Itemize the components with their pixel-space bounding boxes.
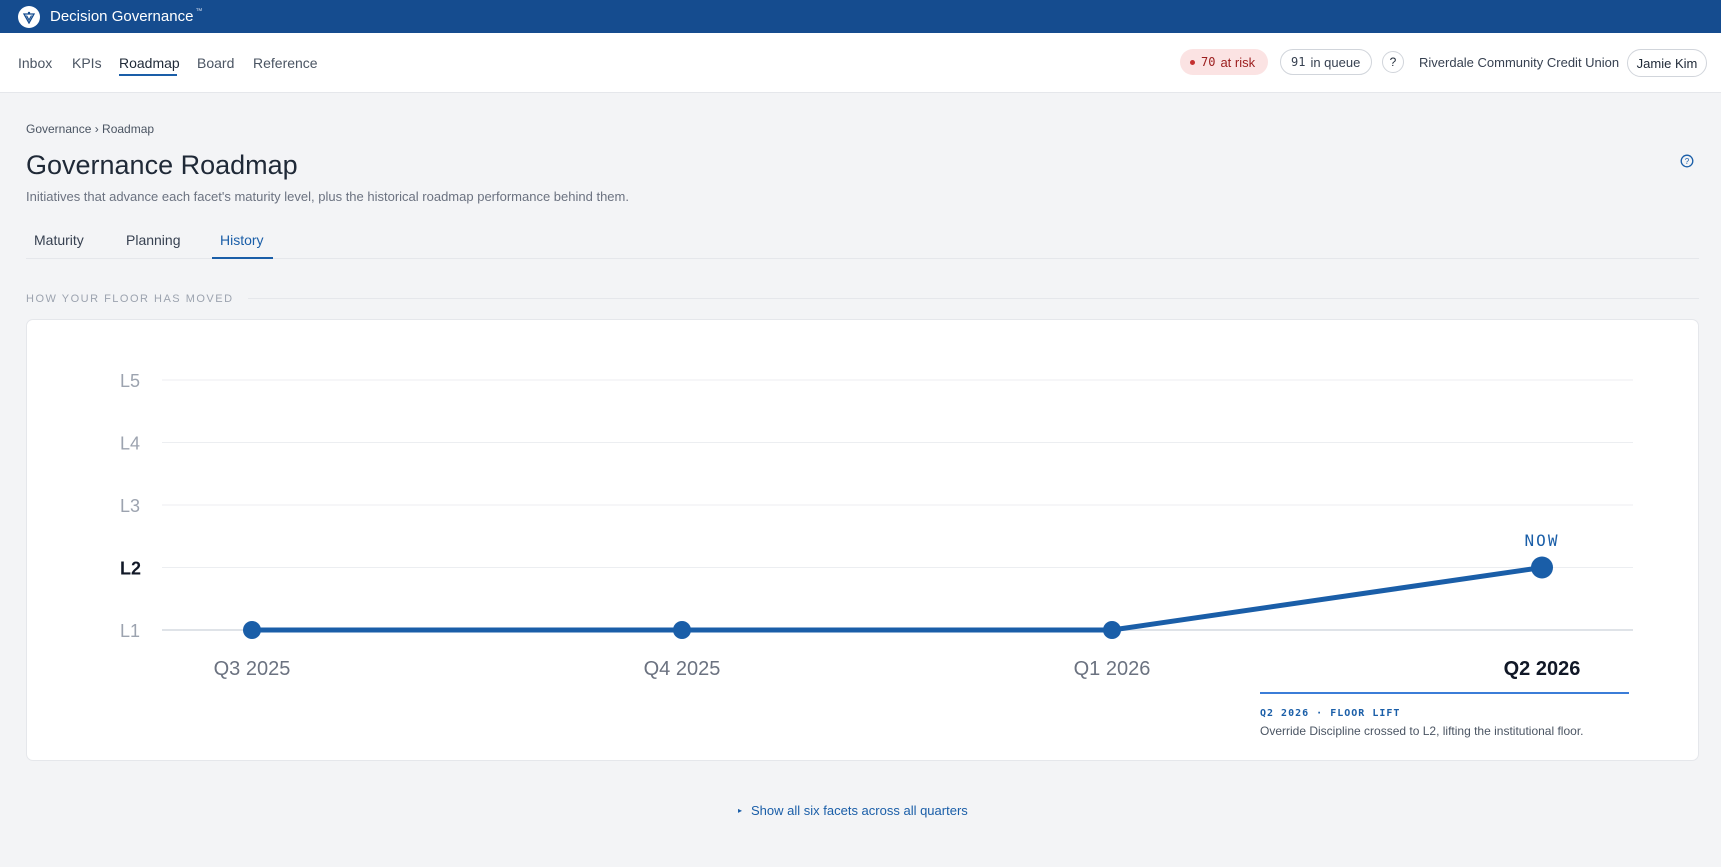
y-tick-label: L3 xyxy=(120,496,140,516)
expand-triangle-icon: ▸ xyxy=(738,806,743,815)
x-tick-label: Q4 2025 xyxy=(644,658,721,680)
data-point xyxy=(1531,556,1553,579)
callout-tag: Q2 2026 · FLOOR LIFT xyxy=(1260,708,1401,719)
y-tick-label: L1 xyxy=(120,621,140,641)
callout-text: Override Discipline crossed to L2, lifti… xyxy=(1260,724,1584,738)
data-point xyxy=(243,621,261,639)
data-point xyxy=(673,621,691,639)
show-all-facets-label: Show all six facets across all quarters xyxy=(751,803,968,818)
series-line xyxy=(249,565,1545,633)
y-tick-label: L4 xyxy=(120,434,140,454)
x-tick-label: Q2 2026 xyxy=(1504,658,1581,680)
data-point xyxy=(1103,621,1121,639)
x-tick-label: Q3 2025 xyxy=(214,658,291,680)
y-tick-label: L2 xyxy=(120,559,141,579)
now-marker-label: NOW xyxy=(1525,531,1560,550)
show-all-facets-link[interactable]: ▸ Show all six facets across all quarter… xyxy=(738,803,968,818)
callout-accent-line xyxy=(1260,692,1629,694)
y-tick-label: L5 xyxy=(120,371,140,391)
x-tick-label: Q1 2026 xyxy=(1074,658,1151,680)
